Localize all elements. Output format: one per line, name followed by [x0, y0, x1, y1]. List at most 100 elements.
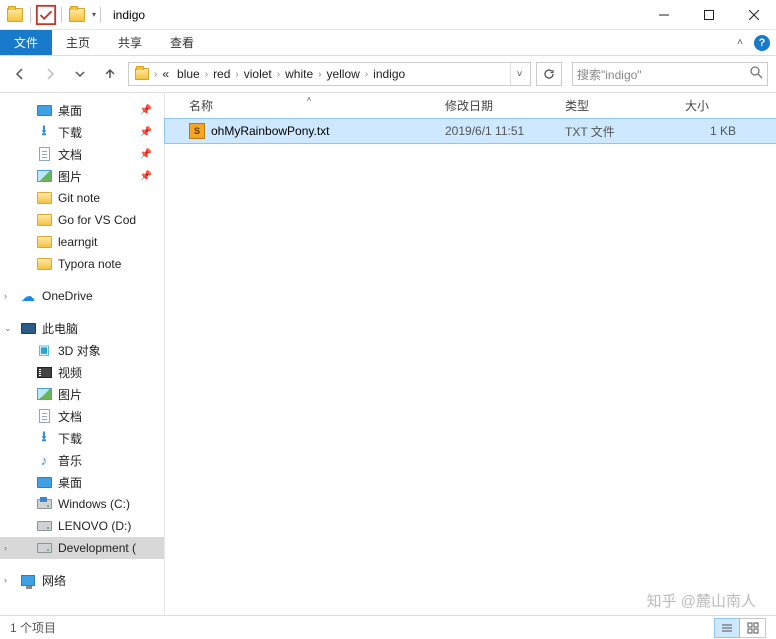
- sidebar-item-documents[interactable]: 文档 📌: [0, 143, 164, 165]
- ribbon-tabs: 文件 主页 共享 查看 ˄ ?: [0, 30, 776, 56]
- sidebar-item-pictures[interactable]: 图片: [0, 383, 164, 405]
- forward-button[interactable]: [38, 62, 62, 86]
- file-date: 2019/6/1 11:51: [437, 124, 557, 138]
- sidebar-item-label: Windows (C:): [58, 497, 130, 511]
- sidebar-item-label: 文档: [58, 146, 82, 163]
- sidebar-item-label: 网络: [42, 572, 66, 589]
- expand-ribbon-icon[interactable]: ˄: [730, 37, 750, 48]
- window-title: indigo: [113, 8, 145, 22]
- item-count: 1 个项目: [10, 619, 56, 636]
- tab-file[interactable]: 文件: [0, 30, 52, 55]
- icons-view-button[interactable]: [740, 618, 766, 638]
- sidebar-item-videos[interactable]: 视频: [0, 361, 164, 383]
- search-input[interactable]: 搜索"indigo": [572, 62, 768, 86]
- title-bar: ▾ indigo: [0, 0, 776, 30]
- navigation-row: › « blue› red› violet› white› yellow› in…: [0, 56, 776, 92]
- sidebar-item-folder[interactable]: learngit: [0, 231, 164, 253]
- details-view-button[interactable]: [714, 618, 740, 638]
- sidebar-item-drive-dev[interactable]: ›Development (: [0, 537, 164, 559]
- back-button[interactable]: [8, 62, 32, 86]
- sidebar-item-folder[interactable]: Go for VS Cod: [0, 209, 164, 231]
- chevron-right-icon[interactable]: ›: [4, 543, 7, 553]
- breadcrumb-item[interactable]: white: [281, 67, 317, 81]
- column-date[interactable]: 修改日期: [437, 97, 557, 114]
- breadcrumb-overflow[interactable]: «: [158, 67, 173, 81]
- qat-dropdown-icon[interactable]: ▾: [92, 10, 96, 19]
- recent-locations-button[interactable]: [68, 62, 92, 86]
- column-type[interactable]: 类型: [557, 97, 677, 114]
- onedrive-icon: ☁: [20, 288, 36, 304]
- breadcrumb-item[interactable]: red: [209, 67, 234, 81]
- breadcrumb-item[interactable]: yellow: [322, 67, 363, 81]
- close-button[interactable]: [731, 1, 776, 29]
- sidebar-item-label: 视频: [58, 364, 82, 381]
- file-row[interactable]: SohMyRainbowPony.txt 2019/6/1 11:51 TXT …: [165, 119, 776, 143]
- search-placeholder: 搜索"indigo": [577, 66, 750, 83]
- file-type: TXT 文件: [557, 123, 677, 140]
- sidebar-item-label: 文档: [58, 408, 82, 425]
- sidebar-item-desktop[interactable]: 桌面: [0, 471, 164, 493]
- chevron-right-icon[interactable]: ›: [4, 575, 7, 585]
- sidebar-item-label: 此电脑: [42, 320, 78, 337]
- breadcrumb-item[interactable]: indigo: [369, 67, 409, 81]
- sidebar-item-label: Git note: [58, 191, 100, 205]
- sidebar-item-drive-d[interactable]: LENOVO (D:): [0, 515, 164, 537]
- sidebar-item-folder[interactable]: Typora note: [0, 253, 164, 275]
- window-controls: [641, 1, 776, 29]
- refresh-button[interactable]: [536, 62, 562, 86]
- download-icon: ⭳: [36, 430, 52, 446]
- current-folder-qat-icon[interactable]: [66, 4, 88, 26]
- sidebar-item-label: learngit: [58, 235, 97, 249]
- address-bar[interactable]: › « blue› red› violet› white› yellow› in…: [128, 62, 531, 86]
- search-icon: [750, 66, 763, 82]
- chevron-right-icon[interactable]: ›: [4, 291, 7, 301]
- sidebar-item-desktop[interactable]: 桌面📌: [0, 99, 164, 121]
- sidebar-item-folder[interactable]: Git note: [0, 187, 164, 209]
- separator: [61, 7, 62, 23]
- sidebar-item-downloads[interactable]: ⭳下载📌: [0, 121, 164, 143]
- address-dropdown-icon[interactable]: ˅: [510, 63, 528, 85]
- download-icon: ⭳: [36, 124, 52, 140]
- sidebar-item-documents[interactable]: 文档: [0, 405, 164, 427]
- properties-qat-icon[interactable]: [35, 4, 57, 26]
- maximize-button[interactable]: [686, 1, 731, 29]
- sidebar-item-drive-c[interactable]: Windows (C:): [0, 493, 164, 515]
- up-button[interactable]: [98, 62, 122, 86]
- column-name[interactable]: 名称˄: [181, 97, 437, 114]
- column-size[interactable]: 大小: [677, 97, 776, 114]
- sidebar-item-label: 桌面: [58, 474, 82, 491]
- sidebar-item-network[interactable]: › 网络: [0, 569, 164, 591]
- pin-icon: 📌: [140, 105, 152, 116]
- sidebar-item-label: 下载: [58, 430, 82, 447]
- 3d-icon: ▣: [36, 342, 52, 358]
- sidebar-item-3dobjects[interactable]: ▣3D 对象: [0, 339, 164, 361]
- minimize-button[interactable]: [641, 1, 686, 29]
- separator: [100, 7, 101, 23]
- txt-file-icon: S: [189, 123, 205, 139]
- sidebar-item-label: 下载: [58, 124, 82, 141]
- tab-share[interactable]: 共享: [104, 30, 156, 55]
- quick-access-toolbar: ▾: [0, 4, 107, 26]
- sidebar-item-onedrive[interactable]: › ☁ OneDrive: [0, 285, 164, 307]
- chevron-down-icon[interactable]: ⌄: [4, 323, 12, 334]
- sidebar-item-label: 图片: [58, 168, 82, 185]
- breadcrumb-item[interactable]: violet: [240, 67, 276, 81]
- folder-app-icon: [4, 4, 26, 26]
- sidebar-item-downloads[interactable]: ⭳ 下载: [0, 427, 164, 449]
- pin-icon: 📌: [140, 149, 152, 160]
- status-bar: 1 个项目: [0, 615, 776, 639]
- sort-indicator-icon: ˄: [307, 95, 312, 104]
- help-icon[interactable]: ?: [754, 35, 770, 51]
- tab-home[interactable]: 主页: [52, 30, 104, 55]
- view-mode-toggles: [714, 618, 766, 638]
- sidebar-item-thispc[interactable]: ⌄ 此电脑: [0, 317, 164, 339]
- sidebar-item-label: Go for VS Cod: [58, 213, 136, 227]
- sidebar-item-label: OneDrive: [42, 289, 93, 303]
- file-size: 1 KB: [677, 124, 776, 138]
- sidebar-item-music[interactable]: ♪音乐: [0, 449, 164, 471]
- sidebar-item-pictures[interactable]: 图片📌: [0, 165, 164, 187]
- tab-view[interactable]: 查看: [156, 30, 208, 55]
- file-name: ohMyRainbowPony.txt: [211, 124, 330, 138]
- breadcrumb-item[interactable]: blue: [173, 67, 204, 81]
- file-list: 名称˄ 修改日期 类型 大小 SohMyRainbowPony.txt 2019…: [165, 93, 776, 615]
